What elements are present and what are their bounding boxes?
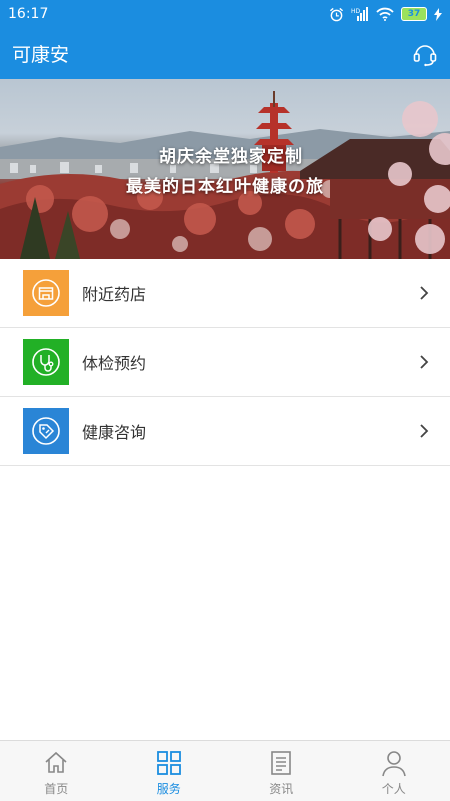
menu-item-health-consult[interactable]: 健康咨询 <box>0 397 450 466</box>
service-menu: 附近药店 体检预约 健康咨询 <box>0 259 450 466</box>
wifi-icon <box>376 7 394 21</box>
bottom-nav: 首页 服务 资讯 个人 <box>0 740 450 801</box>
home-icon <box>42 749 70 777</box>
menu-item-label: 健康咨询 <box>82 419 418 443</box>
chevron-right-icon <box>418 354 430 370</box>
headset-icon[interactable] <box>412 41 438 67</box>
signal-icon: HD <box>351 7 369 21</box>
charging-icon <box>434 8 442 21</box>
nav-services[interactable]: 服务 <box>113 741 226 801</box>
chevron-right-icon <box>418 285 430 301</box>
app-title: 可康安 <box>12 40 69 67</box>
status-bar: 16:17 HD 37 <box>0 0 450 28</box>
banner-headline: 胡庆余堂独家定制 <box>6 142 450 167</box>
nav-label: 服务 <box>157 780 181 797</box>
banner-subheadline: 最美的日本红叶健康の旅 <box>0 172 450 197</box>
status-icons: HD 37 <box>329 7 442 22</box>
stethoscope-icon <box>23 339 69 385</box>
banner-scenery <box>0 79 450 259</box>
battery-indicator: 37 <box>401 7 427 21</box>
nav-news[interactable]: 资讯 <box>225 741 338 801</box>
menu-item-checkup-booking[interactable]: 体检预约 <box>0 328 450 397</box>
app-bar: 可康安 <box>0 28 450 79</box>
nav-label: 首页 <box>44 780 68 797</box>
person-icon <box>380 749 408 777</box>
alarm-icon <box>329 7 344 22</box>
svg-text:HD: HD <box>351 8 361 15</box>
nav-label: 个人 <box>382 780 406 797</box>
promo-banner[interactable]: 胡庆余堂独家定制 最美的日本红叶健康の旅 <box>0 79 450 259</box>
menu-item-nearby-pharmacy[interactable]: 附近药店 <box>0 259 450 328</box>
pharmacy-store-icon <box>23 270 69 316</box>
nav-label: 资讯 <box>269 780 293 797</box>
nav-profile[interactable]: 个人 <box>338 741 450 801</box>
nav-home[interactable]: 首页 <box>0 741 113 801</box>
menu-item-label: 体检预约 <box>82 350 418 374</box>
consult-tag-icon <box>23 408 69 454</box>
menu-item-label: 附近药店 <box>82 281 418 305</box>
news-icon <box>267 749 295 777</box>
grid-icon <box>155 749 183 777</box>
status-time: 16:17 <box>8 6 48 22</box>
chevron-right-icon <box>418 423 430 439</box>
